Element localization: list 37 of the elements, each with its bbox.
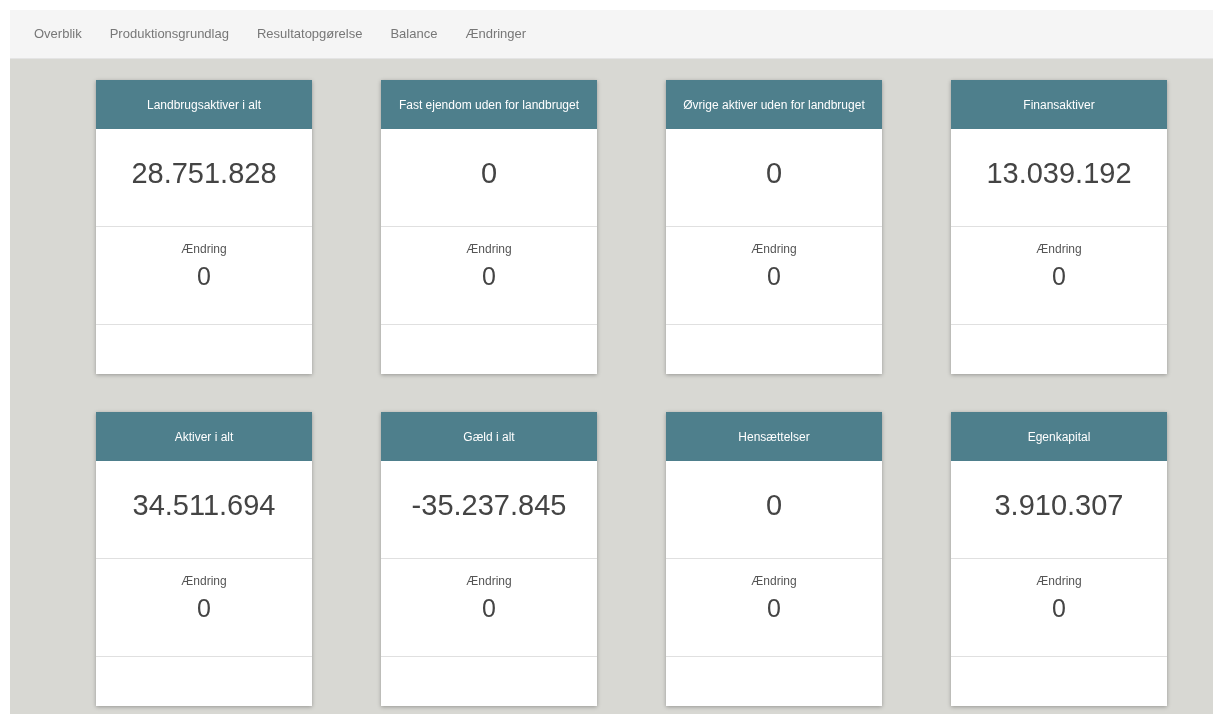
card-value: 13.039.192 [986,157,1132,190]
card-title: Finansaktiver [951,80,1167,129]
card-title: Fast ejendom uden for landbruget [381,80,597,129]
card-title: Øvrige aktiver uden for landbruget [666,80,882,129]
card-title: Egenkapital [951,412,1167,461]
nav-tab[interactable]: Resultatopgørelse [242,10,377,58]
change-value: 0 [197,262,211,291]
change-value: 0 [1052,594,1066,623]
change-label: Ændring [1036,574,1082,588]
change-label: Ændring [181,574,227,588]
change-label: Ændring [751,574,797,588]
card-title: Aktiver i alt [96,412,312,461]
card-title: Landbrugsaktiver i alt [96,80,312,129]
card-value: 34.511.694 [132,489,276,522]
card-value: 0 [765,157,783,190]
nav-tab[interactable]: Balance [376,10,452,58]
change-value: 0 [482,594,496,623]
change-value: 0 [482,262,496,291]
change-label: Ændring [751,242,797,256]
change-value: 0 [767,594,781,623]
nav-tab[interactable]: Ændringer [451,10,541,58]
nav-tab[interactable]: Overblik [20,10,96,58]
change-value: 0 [197,594,211,623]
card-title: Hensættelser [666,412,882,461]
card-value: 3.910.307 [994,489,1124,522]
change-value: 0 [1052,262,1066,291]
card-value: -35.237.845 [411,489,567,522]
change-label: Ændring [466,242,512,256]
card-value: 0 [480,157,498,190]
change-value: 0 [767,262,781,291]
card-value: 0 [765,489,783,522]
change-label: Ændring [466,574,512,588]
card-title: Gæld i alt [381,412,597,461]
change-label: Ændring [1036,242,1082,256]
card-value: 28.751.828 [131,157,277,190]
change-label: Ændring [181,242,227,256]
nav-tab[interactable]: Produktionsgrundlag [95,10,243,58]
